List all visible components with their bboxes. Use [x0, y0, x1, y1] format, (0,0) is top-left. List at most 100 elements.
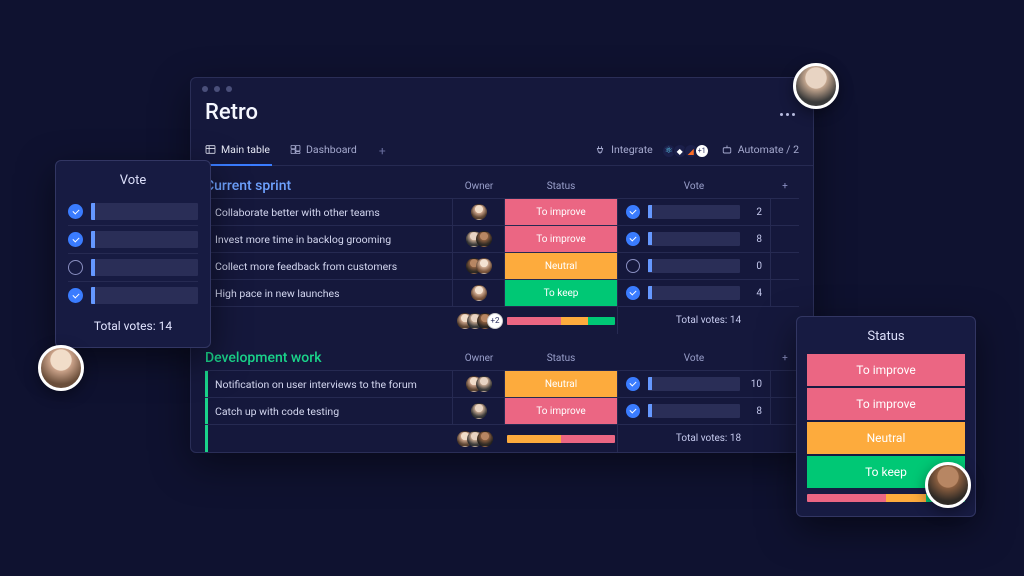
- section-title-1[interactable]: Development work: [205, 350, 453, 366]
- table-row[interactable]: Collaborate better with other teams To i…: [205, 198, 799, 225]
- vote-count: 0: [748, 261, 762, 272]
- vote-bar: [648, 259, 740, 273]
- board-content: Current sprint Owner Status Vote + Colla…: [191, 166, 813, 456]
- vote-cell[interactable]: 8: [617, 226, 771, 252]
- row-end: [771, 371, 799, 397]
- status-option-improve[interactable]: To improve: [807, 388, 965, 420]
- owner-cell[interactable]: [453, 199, 505, 225]
- status-cell[interactable]: Neutral: [505, 253, 617, 279]
- traffic-light-maximize[interactable]: [226, 86, 232, 92]
- status-option-improve[interactable]: To improve: [807, 354, 965, 386]
- footer-avatar-more[interactable]: +2: [487, 313, 503, 329]
- owner-avatar[interactable]: [471, 285, 487, 301]
- add-column-button[interactable]: +: [771, 178, 799, 194]
- vote-popover-row[interactable]: [68, 225, 198, 253]
- vote-bar: [91, 287, 198, 304]
- vote-bar: [648, 232, 740, 246]
- vote-popover-row[interactable]: [68, 281, 198, 309]
- vote-radio[interactable]: [68, 232, 83, 247]
- tab-main-table-label: Main table: [221, 143, 270, 156]
- section-title-0[interactable]: Current sprint: [205, 178, 453, 194]
- vote-radio[interactable]: [626, 259, 640, 273]
- row-end: [771, 398, 799, 424]
- status-cell[interactable]: To improve: [505, 226, 617, 252]
- owner-cell[interactable]: [453, 253, 505, 279]
- table-row[interactable]: Notification on user interviews to the f…: [205, 370, 799, 397]
- vote-radio[interactable]: [68, 288, 83, 303]
- col-owner: Owner: [453, 350, 505, 366]
- dashboard-icon: [290, 144, 301, 155]
- integration-icon-more: +1: [695, 144, 709, 158]
- status-option-neutral[interactable]: Neutral: [807, 422, 965, 454]
- status-cell[interactable]: To keep: [505, 280, 617, 306]
- vote-cell[interactable]: 10: [617, 371, 771, 397]
- vote-popover-row[interactable]: [68, 253, 198, 281]
- vote-count: 2: [748, 207, 762, 218]
- owner-cell[interactable]: [453, 371, 505, 397]
- vote-popover-total: Total votes: 14: [68, 319, 198, 333]
- owner-avatar[interactable]: [476, 231, 492, 247]
- vote-popover-title: Vote: [68, 173, 198, 188]
- status-cell[interactable]: To improve: [505, 199, 617, 225]
- item-name[interactable]: Catch up with code testing: [205, 398, 453, 424]
- vote-count: 8: [748, 234, 762, 245]
- item-name[interactable]: Collect more feedback from customers: [205, 253, 453, 279]
- add-column-button[interactable]: +: [771, 350, 799, 366]
- vote-radio[interactable]: [68, 260, 83, 275]
- item-name[interactable]: Notification on user interviews to the f…: [205, 371, 453, 397]
- tab-dashboard[interactable]: Dashboard: [290, 137, 357, 165]
- table-row[interactable]: Catch up with code testing To improve 8: [205, 397, 799, 424]
- tab-dashboard-label: Dashboard: [306, 143, 357, 156]
- vote-bar: [648, 286, 740, 300]
- row-end: [771, 226, 799, 252]
- footer-owners: +2: [453, 307, 505, 334]
- owner-avatar[interactable]: [471, 403, 487, 419]
- participant-avatar-3: [925, 462, 971, 508]
- section-footer: Total votes: 18: [205, 424, 799, 452]
- vote-radio[interactable]: [626, 232, 640, 246]
- owner-cell[interactable]: [453, 280, 505, 306]
- automate-button[interactable]: Automate / 2: [721, 137, 799, 165]
- traffic-light-minimize[interactable]: [214, 86, 220, 92]
- vote-count: 10: [748, 379, 762, 390]
- table-row[interactable]: Collect more feedback from customers Neu…: [205, 252, 799, 279]
- view-tabs: Main table Dashboard +: [205, 137, 388, 165]
- item-name[interactable]: High pace in new launches: [205, 280, 453, 306]
- vote-cell[interactable]: 2: [617, 199, 771, 225]
- vote-cell[interactable]: 4: [617, 280, 771, 306]
- footer-status-bar: [505, 425, 617, 452]
- vote-popover-row[interactable]: [68, 198, 198, 225]
- vote-count: 8: [748, 406, 762, 417]
- add-view-button[interactable]: +: [377, 146, 388, 157]
- tab-main-table[interactable]: Main table: [205, 137, 270, 165]
- status-cell[interactable]: Neutral: [505, 371, 617, 397]
- table-icon: [205, 144, 216, 155]
- vote-cell[interactable]: 8: [617, 398, 771, 424]
- vote-radio[interactable]: [626, 377, 640, 391]
- integration-avatars[interactable]: ⚛ ◆ ◢ +1: [665, 144, 709, 158]
- col-vote: Vote: [617, 178, 771, 194]
- owner-avatar[interactable]: [476, 258, 492, 274]
- vote-radio[interactable]: [626, 205, 640, 219]
- status-cell[interactable]: To improve: [505, 398, 617, 424]
- vote-radio[interactable]: [626, 286, 640, 300]
- owner-cell[interactable]: [453, 226, 505, 252]
- owner-cell[interactable]: [453, 398, 505, 424]
- integrate-button[interactable]: Integrate: [594, 137, 653, 165]
- owner-avatar[interactable]: [471, 204, 487, 220]
- item-name[interactable]: Invest more time in backlog grooming: [205, 226, 453, 252]
- table-row[interactable]: High pace in new launches To keep 4: [205, 279, 799, 306]
- vote-cell[interactable]: 0: [617, 253, 771, 279]
- vote-bar: [648, 377, 740, 391]
- page-more-button[interactable]: [776, 109, 799, 120]
- vote-bar: [648, 205, 740, 219]
- vote-radio[interactable]: [626, 404, 640, 418]
- participant-avatar-2: [38, 345, 84, 391]
- owner-avatar[interactable]: [476, 376, 492, 392]
- row-end: [771, 253, 799, 279]
- vote-radio[interactable]: [68, 204, 83, 219]
- table-row[interactable]: Invest more time in backlog grooming To …: [205, 225, 799, 252]
- traffic-light-close[interactable]: [202, 86, 208, 92]
- item-name[interactable]: Collaborate better with other teams: [205, 199, 453, 225]
- automate-label: Automate / 2: [738, 143, 799, 156]
